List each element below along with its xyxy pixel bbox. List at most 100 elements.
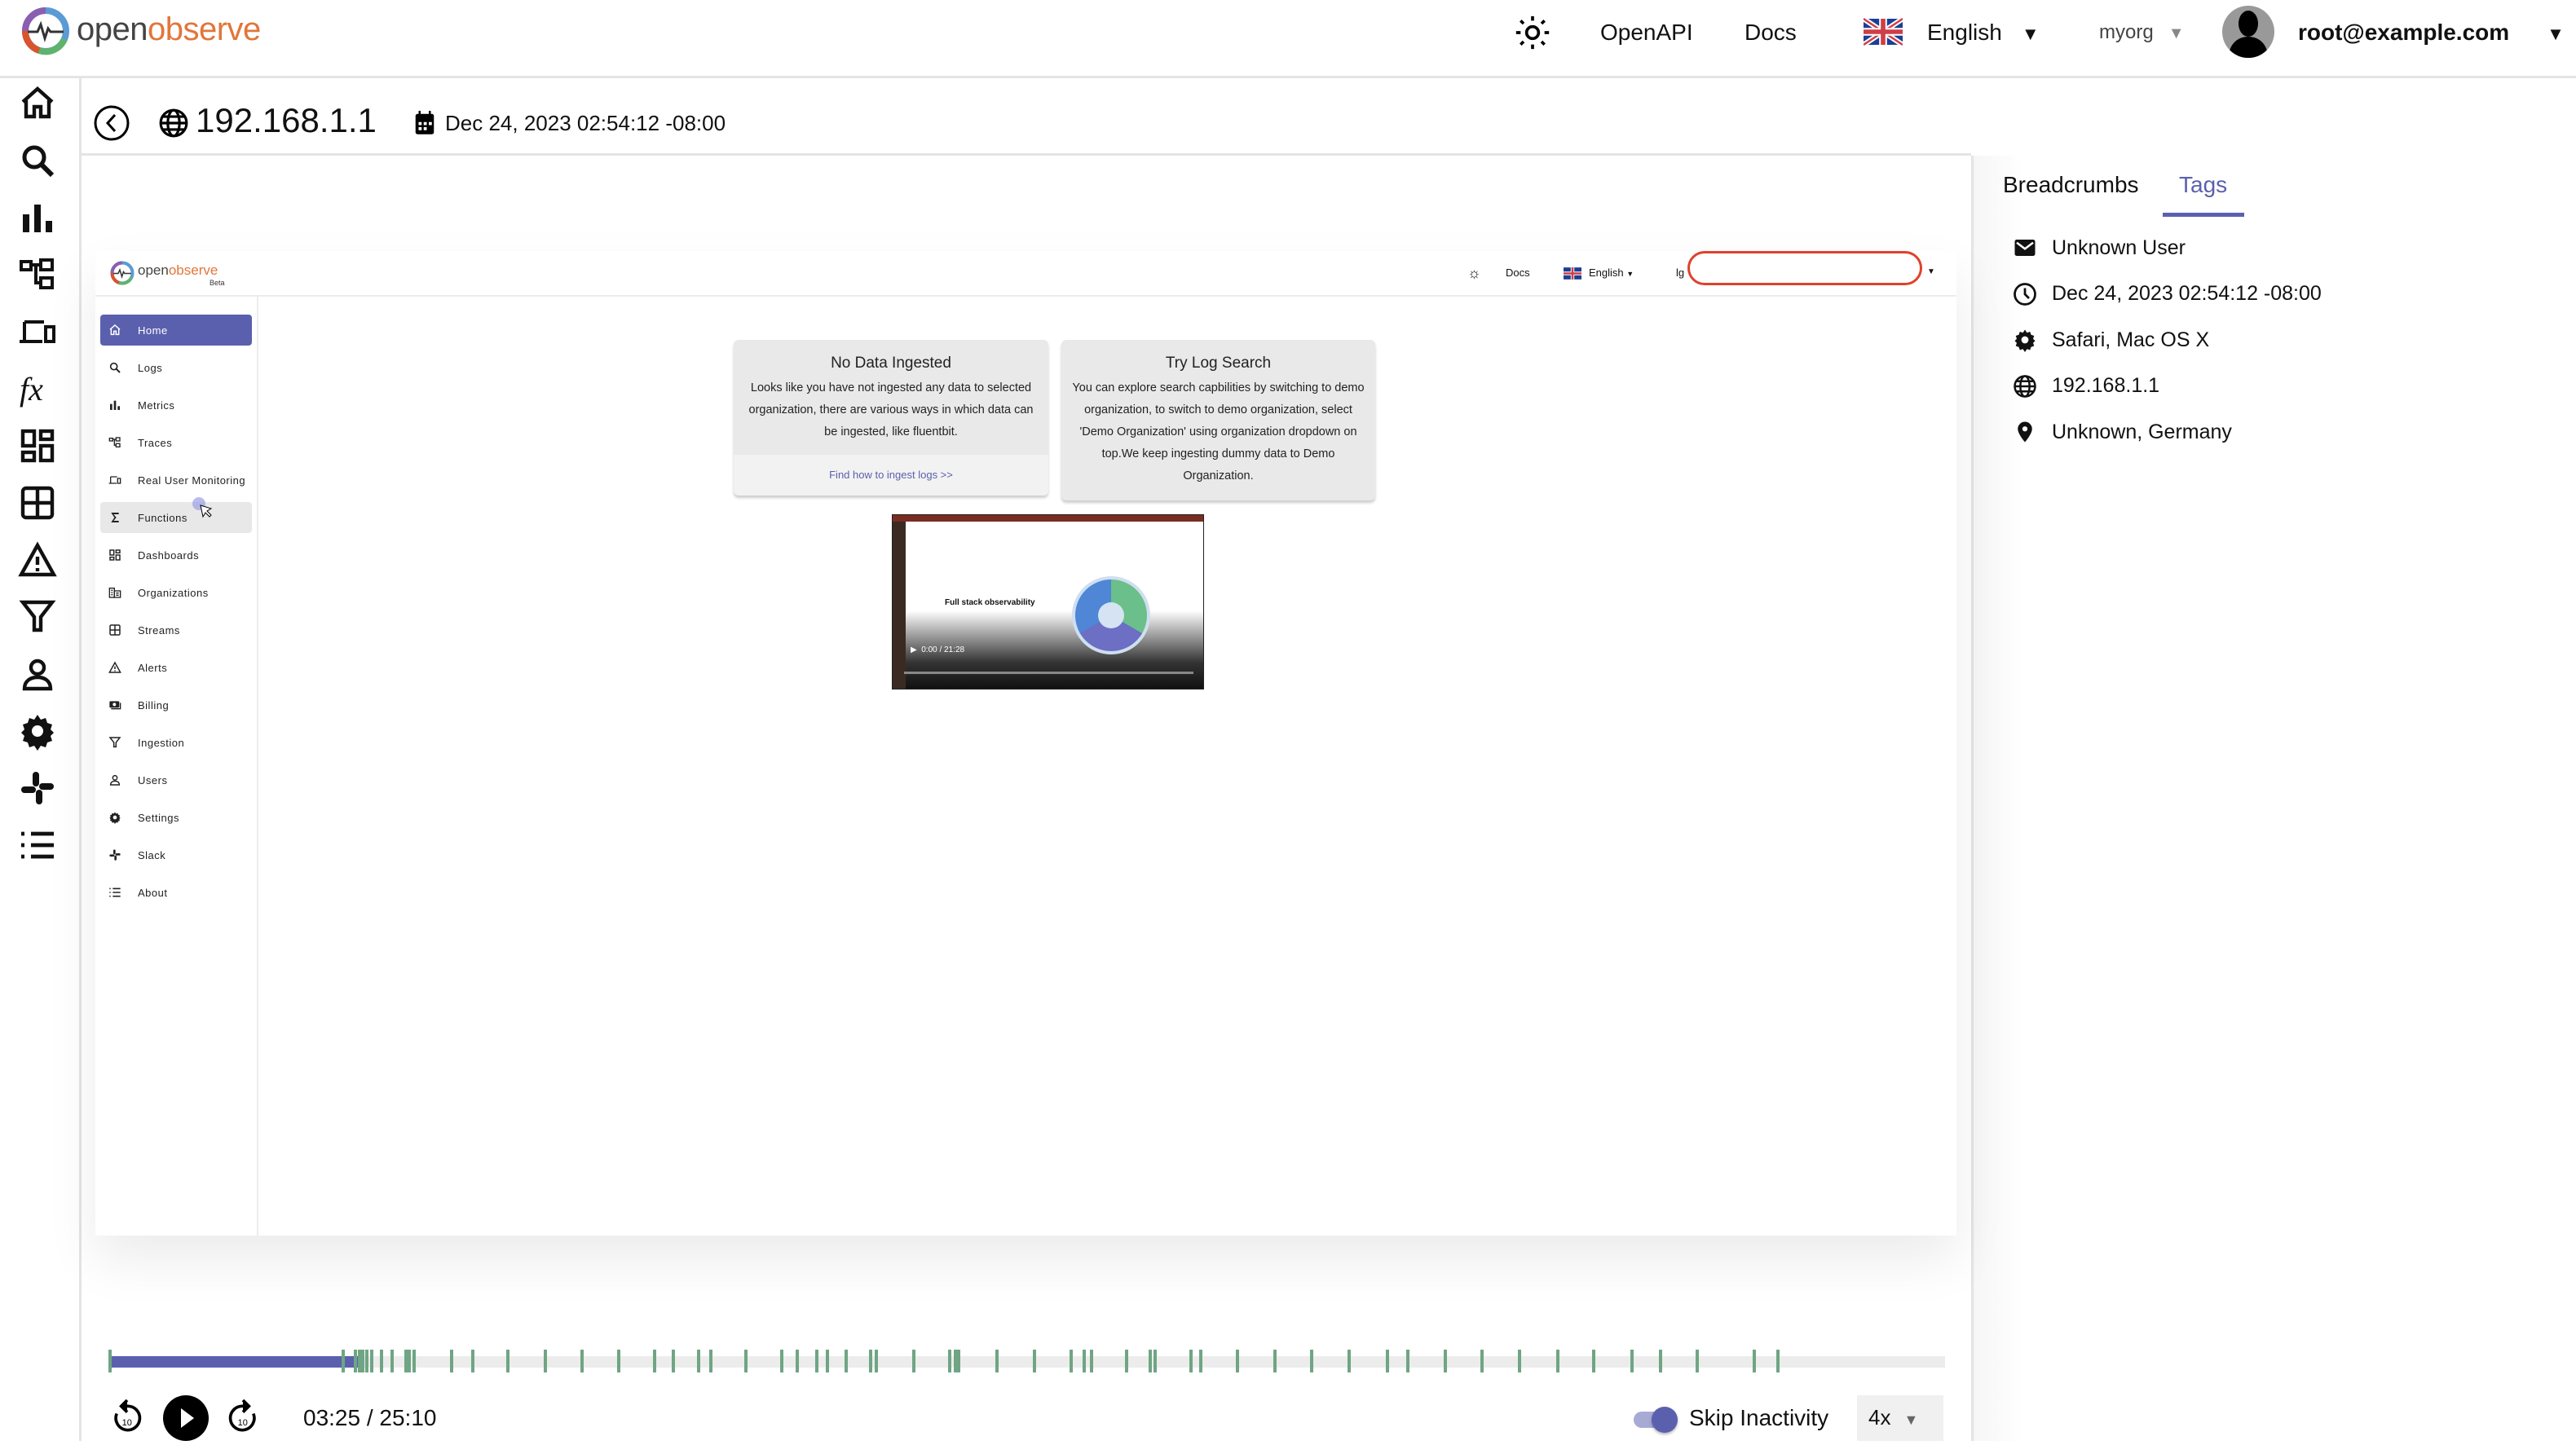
play-button[interactable] bbox=[163, 1395, 209, 1441]
timeline-event-mark[interactable] bbox=[1592, 1350, 1596, 1372]
streams-grid-icon[interactable] bbox=[18, 483, 57, 522]
timeline-event-mark[interactable] bbox=[947, 1350, 951, 1372]
timeline-event-mark[interactable] bbox=[450, 1350, 454, 1372]
video-progress[interactable] bbox=[904, 672, 1193, 674]
timeline-event-mark[interactable] bbox=[1153, 1350, 1157, 1372]
timeline-event-mark[interactable] bbox=[1199, 1350, 1203, 1372]
back-button[interactable] bbox=[93, 104, 130, 142]
timeline-event-mark[interactable] bbox=[953, 1350, 957, 1372]
timeline-event-mark[interactable] bbox=[342, 1350, 346, 1372]
skip-inactivity-toggle[interactable] bbox=[1634, 1407, 1679, 1433]
timeline-event-mark[interactable] bbox=[1555, 1350, 1559, 1372]
timeline-event-mark[interactable] bbox=[814, 1350, 818, 1372]
timeline-event-mark[interactable] bbox=[357, 1350, 361, 1372]
timeline-event-mark[interactable] bbox=[697, 1350, 701, 1372]
user-menu[interactable]: root@example.com ▼ bbox=[2298, 20, 2565, 46]
timeline-event-mark[interactable] bbox=[1753, 1350, 1757, 1372]
timeline-event-mark[interactable] bbox=[1659, 1350, 1663, 1372]
timeline-event-mark[interactable] bbox=[470, 1350, 474, 1372]
timeline-event-mark[interactable] bbox=[874, 1350, 878, 1372]
gear-icon[interactable] bbox=[18, 711, 57, 751]
tag-text: 192.168.1.1 bbox=[2052, 374, 2160, 397]
timeline-event-mark[interactable] bbox=[544, 1350, 548, 1372]
timeline-event-mark[interactable] bbox=[1310, 1350, 1314, 1372]
timeline-event-mark[interactable] bbox=[744, 1350, 748, 1372]
timeline-event-mark[interactable] bbox=[108, 1350, 112, 1372]
timeline-event-mark[interactable] bbox=[364, 1350, 368, 1372]
sun-icon[interactable] bbox=[1515, 15, 1550, 51]
timeline-event-mark[interactable] bbox=[369, 1350, 373, 1372]
intro-video[interactable]: Full stack observability ▶ 0:00 / 21:28 bbox=[892, 514, 1204, 689]
timeline-event-mark[interactable] bbox=[1696, 1350, 1700, 1372]
user-icon[interactable] bbox=[18, 654, 57, 694]
timeline-event-mark[interactable] bbox=[826, 1350, 830, 1372]
org-select[interactable]: myorg ▼ bbox=[2099, 21, 2184, 44]
timeline-event-mark[interactable] bbox=[653, 1350, 657, 1372]
tag-row: Unknown, Germany bbox=[2013, 416, 2232, 448]
timeline-event-mark[interactable] bbox=[616, 1350, 620, 1372]
timeline-event-mark[interactable] bbox=[1480, 1350, 1484, 1372]
flag-uk-icon bbox=[1862, 16, 1904, 47]
search-icon[interactable] bbox=[18, 141, 57, 180]
timeline-event-mark[interactable] bbox=[1069, 1350, 1073, 1372]
rewind-10-button[interactable]: 10 bbox=[109, 1399, 145, 1438]
avatar-icon[interactable] bbox=[2222, 6, 2274, 58]
timeline-event-mark[interactable] bbox=[995, 1350, 999, 1372]
speed-select[interactable]: 4x ▼ bbox=[1857, 1395, 1943, 1441]
timeline-event-mark[interactable] bbox=[1090, 1350, 1094, 1372]
timeline-event-mark[interactable] bbox=[1444, 1350, 1448, 1372]
filter-icon[interactable] bbox=[18, 597, 57, 637]
dashboard-icon[interactable] bbox=[18, 426, 57, 465]
list-icon[interactable] bbox=[18, 826, 57, 865]
timeline-event-mark[interactable] bbox=[671, 1350, 675, 1372]
timeline-event-mark[interactable] bbox=[868, 1350, 872, 1372]
timeline-event-mark[interactable] bbox=[1348, 1350, 1352, 1372]
alert-icon[interactable] bbox=[18, 540, 57, 579]
timeline-event-mark[interactable] bbox=[912, 1350, 916, 1372]
slack-icon[interactable] bbox=[18, 769, 57, 808]
timeline-event-mark[interactable] bbox=[1273, 1350, 1277, 1372]
replay-timeline[interactable] bbox=[108, 1356, 1945, 1368]
language-select[interactable]: English ▼ bbox=[1927, 20, 2040, 46]
try-log-search-card[interactable]: Try Log Search You can explore search ca… bbox=[1061, 340, 1375, 500]
logo-icon[interactable] bbox=[21, 7, 70, 55]
timeline-event-mark[interactable] bbox=[709, 1350, 713, 1372]
openapi-link[interactable]: OpenAPI bbox=[1600, 20, 1693, 46]
forward-10-button[interactable]: 10 bbox=[225, 1399, 261, 1438]
docs-link[interactable]: Docs bbox=[1745, 20, 1797, 46]
timeline-event-mark[interactable] bbox=[580, 1350, 584, 1372]
timeline-event-mark[interactable] bbox=[779, 1350, 783, 1372]
bar-chart-icon[interactable] bbox=[18, 198, 57, 237]
timeline-event-mark[interactable] bbox=[354, 1350, 358, 1372]
tab-breadcrumbs[interactable]: Breadcrumbs bbox=[2003, 172, 2139, 198]
timeline-event-mark[interactable] bbox=[796, 1350, 799, 1372]
ingest-logs-link[interactable]: Find how to ingest logs >> bbox=[734, 455, 1048, 496]
timeline-event-mark[interactable] bbox=[1385, 1350, 1389, 1372]
devices-icon[interactable] bbox=[18, 312, 57, 351]
timeline-event-mark[interactable] bbox=[844, 1350, 848, 1372]
timeline-event-mark[interactable] bbox=[1148, 1350, 1152, 1372]
timeline-event-mark[interactable] bbox=[404, 1350, 408, 1372]
timeline-event-mark[interactable] bbox=[1189, 1350, 1193, 1372]
timeline-event-mark[interactable] bbox=[505, 1350, 509, 1372]
traces-icon[interactable] bbox=[18, 255, 57, 294]
timeline-event-mark[interactable] bbox=[1032, 1350, 1036, 1372]
replay-viewport[interactable]: openobserve Beta ☼ Docs English ▼ lg ▼ H… bbox=[95, 251, 1956, 1236]
gear-icon bbox=[2013, 328, 2037, 352]
timeline-event-mark[interactable] bbox=[1518, 1350, 1522, 1372]
timeline-event-mark[interactable] bbox=[361, 1350, 365, 1372]
timeline-event-mark[interactable] bbox=[379, 1350, 383, 1372]
function-icon[interactable]: fx bbox=[18, 369, 57, 408]
timeline-event-mark[interactable] bbox=[408, 1350, 412, 1372]
timeline-event-mark[interactable] bbox=[390, 1350, 395, 1372]
timeline-event-mark[interactable] bbox=[1083, 1350, 1087, 1372]
timeline-event-mark[interactable] bbox=[957, 1350, 961, 1372]
home-icon[interactable] bbox=[18, 84, 57, 123]
timeline-event-mark[interactable] bbox=[1630, 1350, 1634, 1372]
timeline-event-mark[interactable] bbox=[1125, 1350, 1129, 1372]
tab-tags[interactable]: Tags bbox=[2179, 172, 2227, 198]
timeline-event-mark[interactable] bbox=[1775, 1350, 1780, 1372]
timeline-event-mark[interactable] bbox=[1236, 1350, 1240, 1372]
timeline-event-mark[interactable] bbox=[1406, 1350, 1410, 1372]
timeline-event-mark[interactable] bbox=[412, 1350, 416, 1372]
